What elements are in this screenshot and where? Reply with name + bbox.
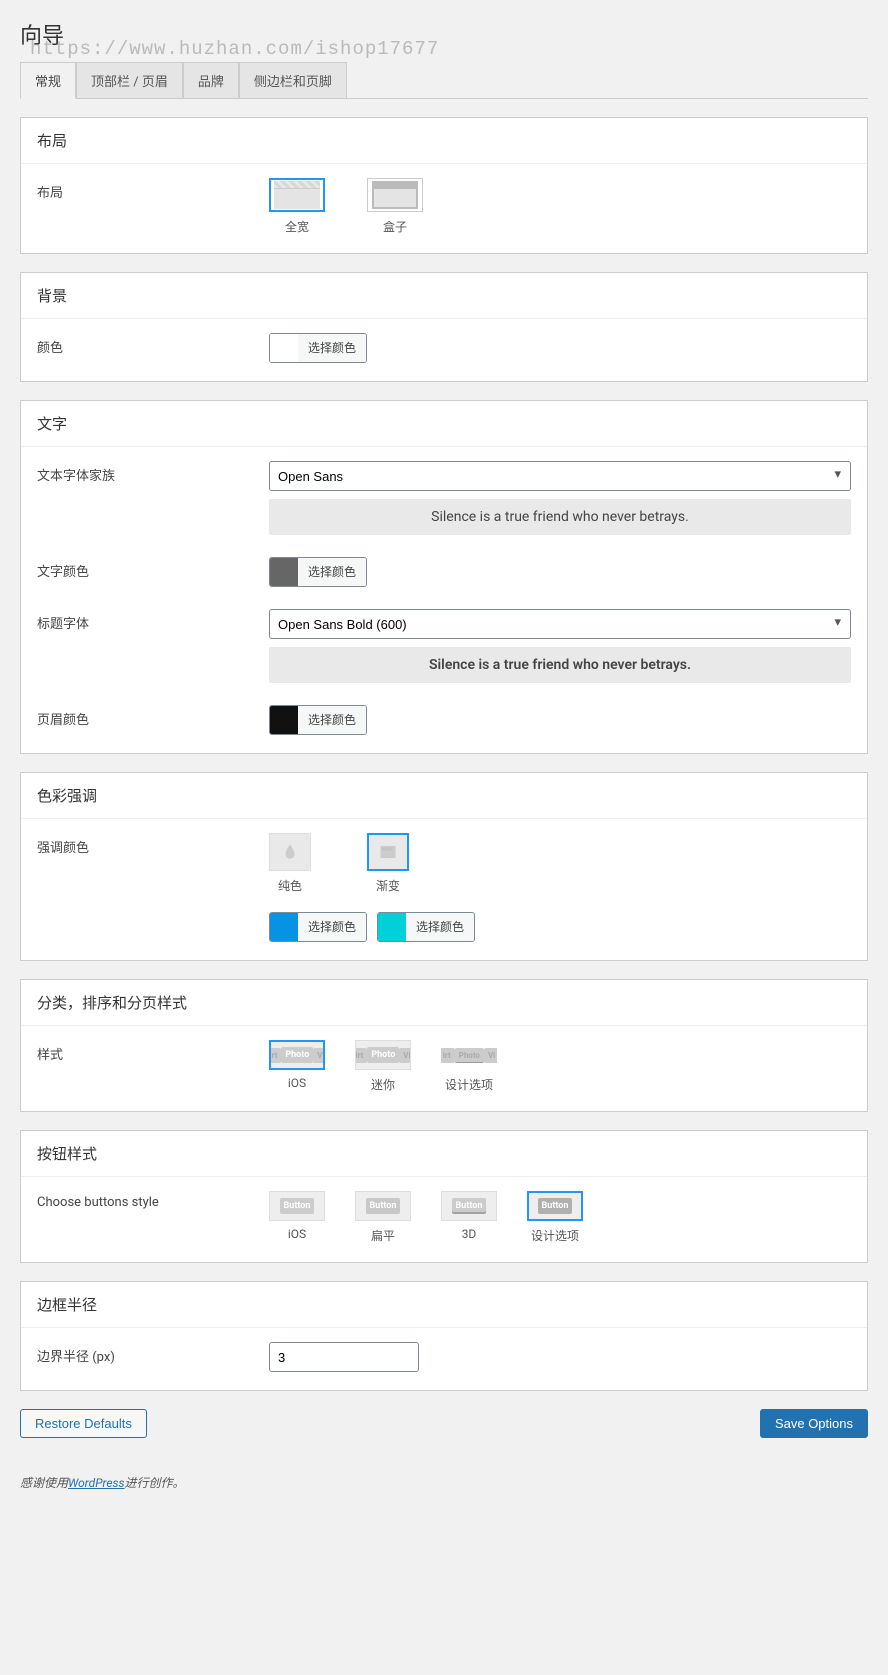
- panel-title: 色彩强调: [21, 773, 867, 819]
- color-swatch: [270, 558, 298, 586]
- option-label: 扁平: [355, 1227, 411, 1244]
- heading-font-label: 标题字体: [37, 609, 269, 632]
- panel-background: 背景 颜色 选择颜色: [20, 272, 868, 382]
- header-color-picker[interactable]: 选择颜色: [269, 705, 367, 735]
- tabs: 常规 顶部栏 / 页眉 品牌 侧边栏和页脚: [20, 62, 868, 99]
- radius-label: 边界半径 (px): [37, 1342, 269, 1365]
- tab-sidebar-footer[interactable]: 侧边栏和页脚: [239, 62, 347, 99]
- panel-accent: 色彩强调 强调颜色 纯色: [20, 772, 868, 961]
- accent-color-picker-2[interactable]: 选择颜色: [377, 912, 475, 942]
- style-label: 样式: [37, 1040, 269, 1063]
- bg-color-label: 颜色: [37, 333, 269, 356]
- pick-color-button[interactable]: 选择颜色: [298, 913, 366, 941]
- panel-title: 布局: [21, 118, 867, 164]
- page-title: 向导: [20, 18, 868, 50]
- option-label: 渐变: [367, 877, 409, 894]
- option-label: 3D: [441, 1227, 497, 1241]
- layout-option-full[interactable]: 全宽: [269, 178, 325, 235]
- footer-thanks: 感谢使用WordPress进行创作。: [20, 1468, 868, 1503]
- option-label: 迷你: [355, 1076, 411, 1093]
- option-label: iOS: [269, 1227, 325, 1241]
- option-label: 设计选项: [441, 1076, 497, 1093]
- cat-style-ios[interactable]: irtPhotoVi iOS: [269, 1040, 325, 1093]
- panel-title: 边框半径: [21, 1282, 867, 1328]
- text-color-label: 文字颜色: [37, 557, 269, 580]
- bg-color-picker[interactable]: 选择颜色: [269, 333, 367, 363]
- panel-title: 按钮样式: [21, 1131, 867, 1177]
- accent-label: 强调颜色: [37, 833, 269, 856]
- btn-style-design[interactable]: Button 设计选项: [527, 1191, 583, 1244]
- heading-preview: Silence is a true friend who never betra…: [269, 647, 851, 683]
- panel-radius: 边框半径 边界半径 (px): [20, 1281, 868, 1391]
- pick-color-button[interactable]: 选择颜色: [406, 913, 474, 941]
- accent-option-solid[interactable]: 纯色: [269, 833, 311, 894]
- restore-defaults-button[interactable]: Restore Defaults: [20, 1409, 147, 1438]
- wordpress-link[interactable]: WordPress: [68, 1476, 125, 1490]
- save-options-button[interactable]: Save Options: [760, 1409, 868, 1438]
- tab-header[interactable]: 顶部栏 / 页眉: [76, 62, 183, 99]
- btn-style-3d[interactable]: Button 3D: [441, 1191, 497, 1244]
- btn-style-flat[interactable]: Button 扁平: [355, 1191, 411, 1244]
- accent-color-picker-1[interactable]: 选择颜色: [269, 912, 367, 942]
- color-swatch: [270, 913, 298, 941]
- gradient-icon: [378, 843, 398, 861]
- font-family-select[interactable]: Open Sans: [269, 461, 851, 491]
- color-swatch: [270, 334, 298, 362]
- color-swatch: [270, 706, 298, 734]
- option-label: 设计选项: [527, 1227, 583, 1244]
- panel-title: 文字: [21, 401, 867, 447]
- pick-color-button[interactable]: 选择颜色: [298, 558, 366, 586]
- layout-option-label: 盒子: [367, 218, 423, 235]
- pick-color-button[interactable]: 选择颜色: [298, 334, 366, 362]
- header-color-label: 页眉颜色: [37, 705, 269, 728]
- panel-layout: 布局 布局 全宽 盒子: [20, 117, 868, 254]
- panel-title: 分类，排序和分页样式: [21, 980, 867, 1026]
- pick-color-button[interactable]: 选择颜色: [298, 706, 366, 734]
- font-preview: Silence is a true friend who never betra…: [269, 499, 851, 535]
- btn-style-ios[interactable]: Button iOS: [269, 1191, 325, 1244]
- color-swatch: [378, 913, 406, 941]
- panel-text: 文字 文本字体家族 Open Sans Silence is a true fr…: [20, 400, 868, 754]
- accent-option-gradient[interactable]: 渐变: [367, 833, 409, 894]
- layout-label: 布局: [37, 178, 269, 201]
- heading-font-select[interactable]: Open Sans Bold (600): [269, 609, 851, 639]
- btn-style-label: Choose buttons style: [37, 1191, 269, 1210]
- layout-option-boxed[interactable]: 盒子: [367, 178, 423, 235]
- panel-btn-style: 按钮样式 Choose buttons style Button iOS But…: [20, 1130, 868, 1263]
- layout-option-label: 全宽: [269, 218, 325, 235]
- radius-input[interactable]: [269, 1342, 419, 1372]
- droplet-icon: [281, 841, 299, 863]
- cat-style-design[interactable]: irtPhotoVi 设计选项: [441, 1040, 497, 1093]
- option-label: iOS: [269, 1076, 325, 1090]
- tab-brand[interactable]: 品牌: [183, 62, 239, 99]
- text-color-picker[interactable]: 选择颜色: [269, 557, 367, 587]
- panel-cat-style: 分类，排序和分页样式 样式 irtPhotoVi iOS irtPhotoVi …: [20, 979, 868, 1112]
- cat-style-mini[interactable]: irtPhotoVi 迷你: [355, 1040, 411, 1093]
- tab-general[interactable]: 常规: [20, 62, 76, 99]
- font-family-label: 文本字体家族: [37, 461, 269, 484]
- panel-title: 背景: [21, 273, 867, 319]
- option-label: 纯色: [269, 877, 311, 894]
